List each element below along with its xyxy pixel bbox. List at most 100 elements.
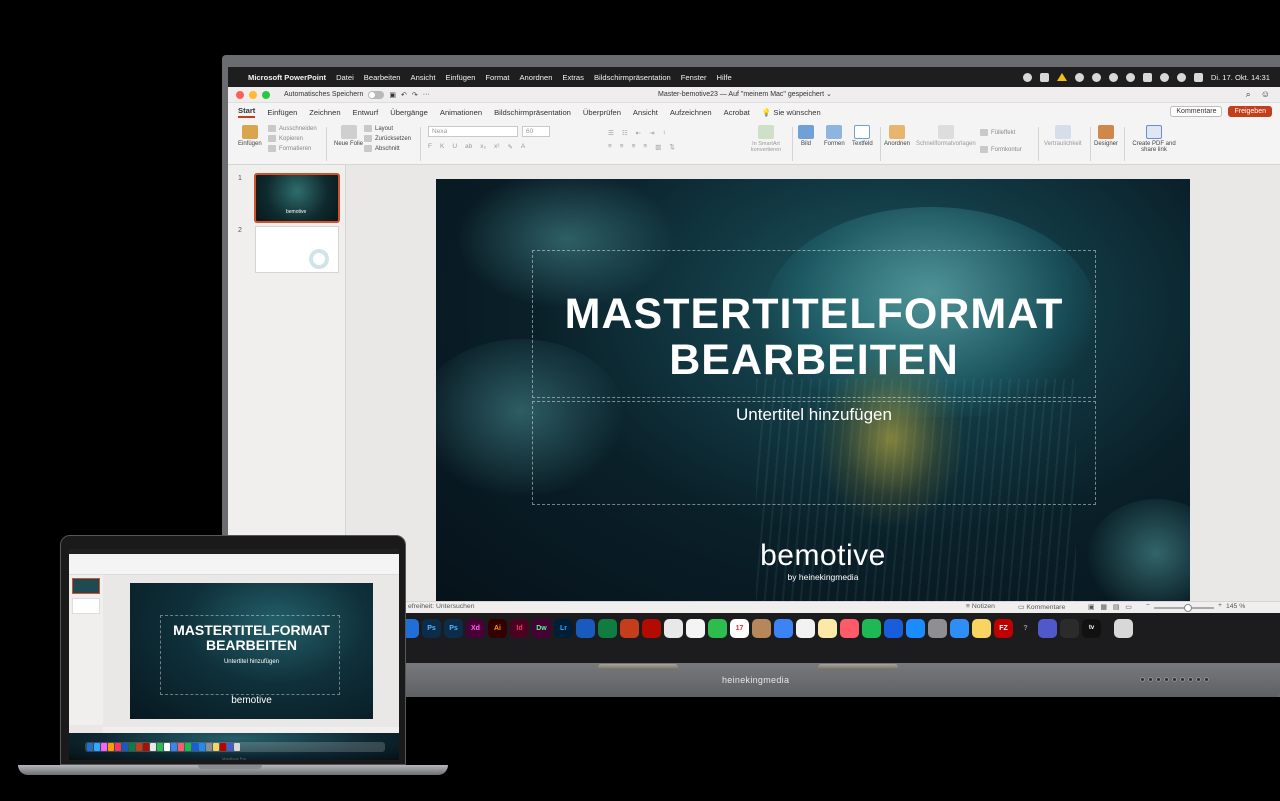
tab-ueberpruefen[interactable]: Überprüfen xyxy=(583,108,621,117)
menu-extras[interactable]: Extras xyxy=(562,73,584,82)
new-slide-icon[interactable] xyxy=(340,125,357,139)
arrange-label[interactable]: Anordnen xyxy=(884,141,910,147)
play-icon[interactable] xyxy=(1125,72,1135,82)
menu-hilfe[interactable]: Hilfe xyxy=(717,73,732,82)
create-pdf-label[interactable]: Create PDF and share link xyxy=(1132,141,1176,153)
menu-format[interactable]: Format xyxy=(485,73,509,82)
slide-subtitle[interactable]: Untertitel hinzufügen xyxy=(532,405,1096,425)
apple-tv-icon[interactable]: tv xyxy=(1082,618,1101,638)
justify-icon[interactable]: ≡ xyxy=(643,143,647,151)
chrome-icon[interactable] xyxy=(664,618,683,638)
font-color-icon[interactable]: A xyxy=(521,143,525,151)
app-icon[interactable] xyxy=(213,743,219,751)
display-button[interactable] xyxy=(1164,677,1169,682)
keynote-icon[interactable] xyxy=(774,618,793,638)
align-center-icon[interactable]: ≡ xyxy=(620,143,624,151)
menu-fenster[interactable]: Fenster xyxy=(681,73,707,82)
zoom-level[interactable]: 145 % xyxy=(1226,603,1245,610)
illustrator-icon[interactable]: Ai xyxy=(488,618,507,638)
menu-bildschirmpraesentation[interactable]: Bildschirmpräsentation xyxy=(594,73,671,82)
battery-icon[interactable] xyxy=(1142,72,1152,82)
reminders-icon[interactable] xyxy=(796,618,815,638)
app-icon[interactable] xyxy=(185,743,191,751)
italic-icon[interactable]: K xyxy=(440,143,444,151)
search-icon[interactable]: ⌕ xyxy=(1246,89,1251,100)
xd-icon[interactable]: Xd xyxy=(466,618,485,638)
stickies-icon[interactable] xyxy=(972,618,991,638)
picture-icon[interactable] xyxy=(798,125,814,139)
view-buttons[interactable]: ▣▦▤▭ xyxy=(1088,603,1138,611)
numbering-icon[interactable]: ☷ xyxy=(622,129,628,137)
facetime-icon[interactable] xyxy=(708,618,727,638)
undo-icon[interactable]: ↶ xyxy=(401,91,407,99)
display-button[interactable] xyxy=(1148,677,1153,682)
search-icon[interactable] xyxy=(1176,72,1186,82)
copy-button[interactable]: Kopieren xyxy=(268,135,317,142)
tab-animationen[interactable]: Animationen xyxy=(440,108,482,117)
slide-thumbnail-2[interactable] xyxy=(255,226,339,273)
arrange-icon[interactable] xyxy=(889,125,906,139)
redo-icon[interactable]: ↷ xyxy=(412,91,418,99)
calendar-icon[interactable]: 17 xyxy=(730,618,749,638)
save-icon[interactable]: ▣ xyxy=(389,91,396,99)
font-size-select[interactable]: 60 xyxy=(522,126,550,137)
display-button[interactable] xyxy=(1156,677,1161,682)
settings-icon[interactable] xyxy=(928,618,947,638)
menu-datei[interactable]: Datei xyxy=(336,73,354,82)
things-icon[interactable] xyxy=(950,618,969,638)
display-button[interactable] xyxy=(1172,677,1177,682)
app-icon[interactable] xyxy=(164,743,170,751)
smartart-label[interactable]: In SmartArt konvertieren xyxy=(744,141,788,153)
tell-me[interactable]: 💡 Sie wünschen xyxy=(762,108,821,117)
maximize-icon[interactable] xyxy=(262,90,270,99)
app-icon[interactable] xyxy=(108,743,114,751)
accessibility-status[interactable]: efreiheit: Untersuchen xyxy=(408,603,475,610)
quick-styles-icon[interactable] xyxy=(937,125,954,139)
app-icon[interactable] xyxy=(122,743,128,751)
powerpoint-icon[interactable] xyxy=(620,618,639,638)
cut-button[interactable]: Ausschneiden xyxy=(268,125,317,132)
tab-zeichnen[interactable]: Zeichnen xyxy=(309,108,340,117)
align-right-icon[interactable]: ≡ xyxy=(632,143,636,151)
laptop-slide[interactable]: MASTERTITELFORMAT BEARBEITEN Untertitel … xyxy=(130,583,373,719)
slide[interactable]: MASTERTITELFORMAT BEARBEITEN Untertitel … xyxy=(436,179,1190,605)
menu-einfuegen[interactable]: Einfügen xyxy=(445,73,475,82)
tray-app-icon[interactable] xyxy=(1039,72,1049,82)
comments-button[interactable]: Kommentare xyxy=(1170,106,1223,117)
app-icon[interactable] xyxy=(227,743,233,751)
new-slide-label[interactable]: Neue Folie xyxy=(334,141,363,147)
menu-app-name[interactable]: Microsoft PowerPoint xyxy=(248,73,326,82)
autosave-toggle[interactable] xyxy=(368,90,385,99)
close-icon[interactable] xyxy=(236,90,244,99)
strike-icon[interactable]: ab xyxy=(465,143,472,151)
text-direction-icon[interactable]: ⇅ xyxy=(669,143,674,151)
tray-app-icon[interactable] xyxy=(1022,72,1032,82)
document-title[interactable]: Master-bemotive23 — Auf "meinem Mac" ges… xyxy=(658,90,832,98)
laptop-thumbnail-2[interactable] xyxy=(72,598,100,614)
app-icon[interactable] xyxy=(178,743,184,751)
sensitivity-label[interactable]: Vertraulichkeit xyxy=(1044,141,1082,147)
app-store-icon[interactable] xyxy=(906,618,925,638)
display-button[interactable] xyxy=(1188,677,1193,682)
smartart-icon[interactable] xyxy=(758,125,774,139)
zoom-in-icon[interactable]: + xyxy=(1218,602,1222,609)
menu-ansicht[interactable]: Ansicht xyxy=(411,73,436,82)
zoom-out-icon[interactable]: − xyxy=(1146,602,1150,609)
app-icon[interactable] xyxy=(157,743,163,751)
menu-bearbeiten[interactable]: Bearbeiten xyxy=(364,73,401,82)
designer-label[interactable]: Designer xyxy=(1094,141,1118,147)
acrobat-icon[interactable] xyxy=(642,618,661,638)
tab-entwurf[interactable]: Entwurf xyxy=(353,108,379,117)
comments-status-button[interactable]: ▭ Kommentare xyxy=(1018,603,1065,611)
app-icon[interactable] xyxy=(192,743,198,751)
share-button[interactable]: Freigeben xyxy=(1228,106,1272,117)
subscript-icon[interactable]: x₂ xyxy=(480,143,486,151)
font-name-select[interactable]: Nexa xyxy=(428,126,518,137)
paste-label[interactable]: Einfügen xyxy=(238,141,262,147)
app-icon[interactable] xyxy=(94,743,100,751)
wifi-icon[interactable] xyxy=(1159,72,1169,82)
word-icon[interactable] xyxy=(576,618,595,638)
highlight-icon[interactable]: ✎ xyxy=(507,143,512,151)
app-icon[interactable] xyxy=(136,743,142,751)
sensitivity-icon[interactable] xyxy=(1054,125,1071,139)
